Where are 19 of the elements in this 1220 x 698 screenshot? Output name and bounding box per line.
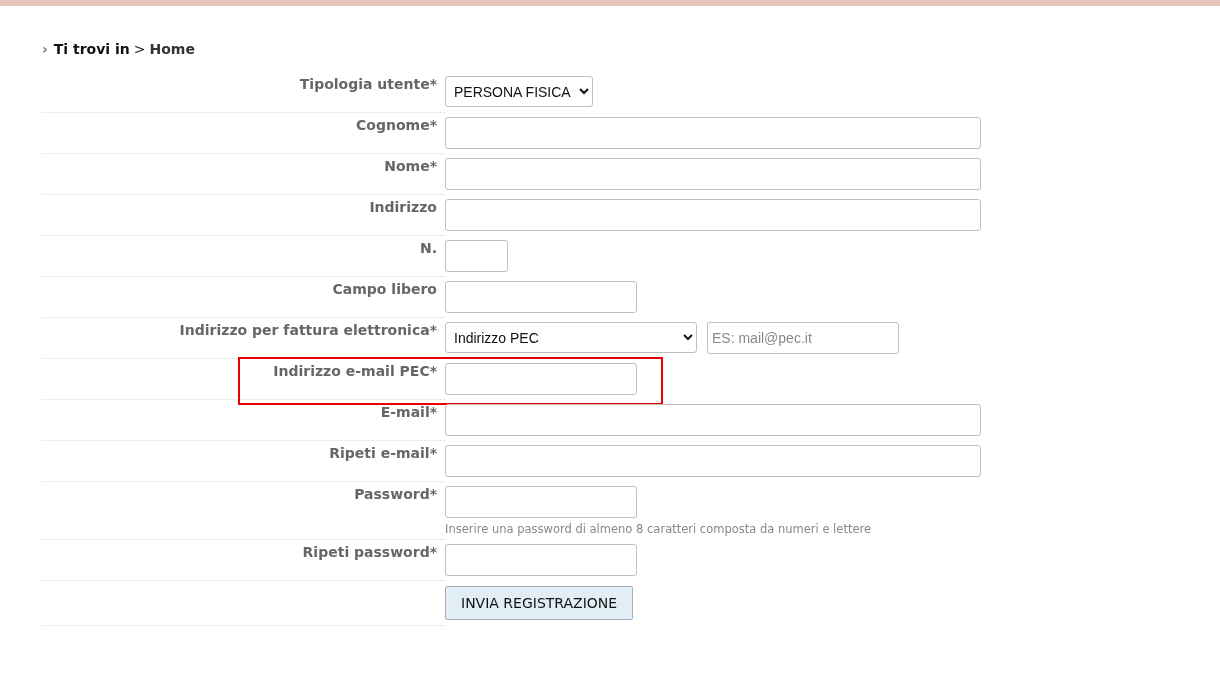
dropdown[interactable]: PERSONA FISICA — [445, 76, 593, 107]
input-field[interactable] — [445, 404, 981, 436]
input-field[interactable] — [445, 363, 637, 395]
input-field[interactable] — [445, 240, 508, 272]
input-field[interactable] — [445, 544, 637, 576]
input-field[interactable] — [445, 281, 637, 313]
breadcrumb-label: Ti trovi in — [53, 41, 130, 57]
breadcrumb-link[interactable]: Home — [149, 41, 195, 57]
submit-button[interactable]: INVIA REGISTRAZIONE — [445, 586, 634, 620]
input-field[interactable] — [445, 158, 981, 190]
breadcrumb-separator: > — [133, 41, 146, 57]
input-field[interactable] — [445, 117, 981, 149]
input-field[interactable] — [445, 486, 637, 518]
input-field[interactable]: ES: mail@pec.it — [707, 322, 899, 354]
field-hint: Inserire una password di almeno 8 caratteri composta da numeri e lettere — [445, 522, 872, 536]
breadcrumb-arrow: › — [42, 41, 48, 57]
input-field[interactable] — [445, 199, 981, 231]
input-field[interactable] — [445, 445, 981, 477]
dropdown[interactable]: Indirizzo PEC — [445, 322, 697, 353]
